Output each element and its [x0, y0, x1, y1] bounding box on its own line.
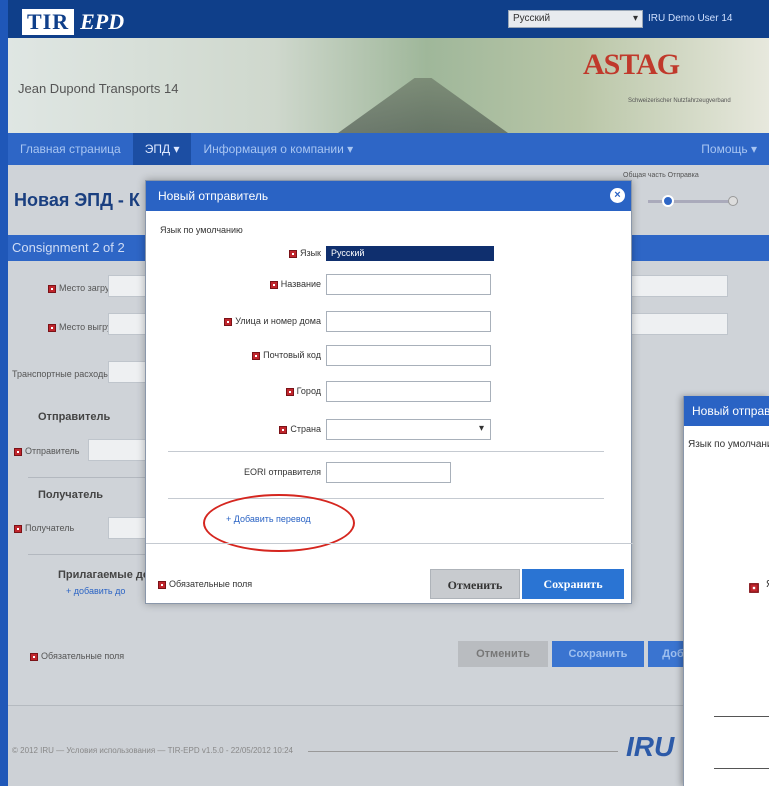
banner: Jean Dupond Transports 14 ASTAG Schweize…	[8, 38, 769, 133]
divider	[146, 543, 633, 544]
transport-costs-field[interactable]	[108, 361, 148, 383]
country-row: Страна	[146, 419, 633, 441]
logo-epd: EPD	[80, 9, 125, 34]
progress-next-step	[728, 196, 738, 206]
attached-documents-label: Прилагаемые до	[58, 569, 150, 581]
name-field[interactable]	[326, 274, 491, 295]
nav-item-epd[interactable]: ЭПД ▾	[132, 133, 192, 165]
eori-label: EORI отправителя	[244, 467, 321, 477]
divider	[28, 477, 148, 478]
country-label: Страна	[279, 424, 321, 434]
iru-logo: IRU	[626, 731, 675, 762]
eori-field[interactable]	[326, 462, 451, 483]
sender-field[interactable]	[88, 439, 148, 461]
progress-current-step	[662, 195, 674, 207]
dialog2-default-language-label: Язык по умолчанию	[688, 439, 769, 450]
required-icon	[279, 425, 288, 434]
background-save-button[interactable]: Сохранить	[552, 641, 644, 667]
main-nav: Главная страница ЭПД ▾ Информация о комп…	[8, 133, 769, 165]
city-label: Город	[285, 386, 321, 396]
progress-indicator	[648, 195, 738, 207]
required-icon	[158, 580, 166, 589]
dialog-header: Новый отправитель ×	[146, 181, 631, 211]
required-icon	[749, 582, 761, 594]
language-select[interactable]: Русский ▾	[508, 10, 643, 28]
name-label: Название	[269, 279, 321, 289]
company-name: Jean Dupond Transports 14	[18, 81, 179, 96]
close-icon[interactable]: ×	[610, 188, 625, 203]
required-icon	[285, 387, 294, 396]
required-note: Обязательные поля	[158, 579, 252, 589]
add-document-link[interactable]: + добавить до	[66, 586, 125, 596]
street-row: Улица и номер дома	[146, 311, 633, 333]
footer-line	[308, 751, 618, 752]
city-field[interactable]	[326, 381, 491, 402]
sender-label: Отправитель	[14, 446, 79, 456]
language-select-value: Русский	[513, 13, 551, 24]
user-menu[interactable]: IRU Demo User 14	[648, 10, 766, 28]
postcode-row: Почтовый код	[146, 345, 633, 367]
divider	[714, 768, 769, 769]
postcode-label: Почтовый код	[252, 350, 321, 360]
required-icon	[288, 249, 297, 258]
divider	[714, 716, 769, 717]
divider	[168, 451, 604, 452]
cancel-button[interactable]: Отменить	[430, 569, 520, 599]
chevron-down-icon: ▾	[632, 13, 638, 24]
page-title: Новая ЭПД - К	[14, 190, 140, 210]
save-button[interactable]: Сохранить	[522, 569, 624, 599]
transport-costs-label: Транспортные расходы	[12, 369, 110, 379]
eori-row: EORI отправителя	[146, 462, 633, 484]
footer-text: © 2012 IRU — Условия использования — TIR…	[12, 746, 294, 755]
default-language-label: Язык по умолчанию	[160, 225, 243, 235]
recipient-section-label: Получатель	[38, 489, 104, 501]
required-icon	[252, 351, 261, 360]
background-cancel-button[interactable]: Отменить	[458, 641, 548, 667]
partner-logo: ASTAG	[583, 48, 680, 81]
new-sender-dialog-zoomed: Новый отправитель Язык по умолчанию Я	[683, 396, 769, 786]
language-row: Язык Русский	[146, 243, 633, 265]
recipient-label: Получатель	[14, 523, 74, 533]
road-image	[338, 78, 508, 133]
name-row: Название	[146, 274, 633, 296]
language-label: Язык	[288, 248, 321, 258]
required-icon	[14, 447, 22, 456]
nav-item-company-info[interactable]: Информация о компании ▾	[191, 133, 365, 165]
nav-item-home[interactable]: Главная страница	[8, 133, 133, 165]
postcode-field[interactable]	[326, 345, 491, 366]
required-icon	[14, 524, 22, 533]
required-note: Обязательные поля	[30, 651, 124, 661]
new-sender-dialog: Новый отправитель × Язык по умолчанию Яз…	[145, 180, 633, 604]
footer: © 2012 IRU — Условия использования — TIR…	[8, 705, 769, 786]
top-bar: TIR EPD Русский ▾ IRU Demo User 14	[8, 0, 769, 38]
nav-item-help[interactable]: Помощь ▾	[689, 133, 769, 165]
tir-epd-logo[interactable]: TIR EPD	[20, 7, 124, 37]
partner-subtitle: Schweizerischer Nutzfahrzeugverband	[628, 98, 731, 104]
language-field[interactable]: Русский	[326, 246, 494, 261]
required-icon	[30, 652, 38, 661]
dialog2-title: Новый отправитель	[684, 396, 769, 426]
required-icon	[48, 323, 56, 332]
required-icon	[269, 280, 278, 289]
logo-tir: TIR	[20, 7, 77, 37]
recipient-field[interactable]	[108, 517, 148, 539]
country-select[interactable]	[326, 419, 491, 440]
dialog-title: Новый отправитель	[158, 189, 269, 203]
street-label: Улица и номер дома	[224, 316, 321, 326]
city-row: Город	[146, 381, 633, 403]
street-field[interactable]	[326, 311, 491, 332]
required-icon	[48, 284, 56, 293]
sender-section-label: Отправитель	[38, 411, 111, 423]
required-icon	[224, 317, 233, 326]
progress-labels: Общая часть Отправка	[623, 172, 699, 179]
divider	[28, 554, 148, 555]
